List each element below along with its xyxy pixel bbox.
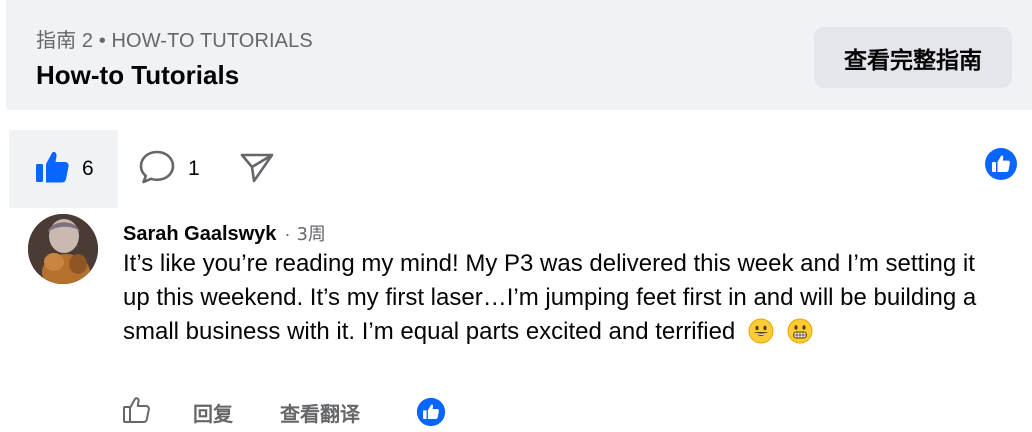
comment-author[interactable]: Sarah Gaalswyk [123,223,276,246]
comment: Sarah Gaalswyk · 3周 It’s like you’re rea… [0,208,1032,432]
comment-header: Sarah Gaalswyk · 3周 [123,220,326,246]
comment-actions: 回复 查看翻译 [122,396,1022,428]
like-badge-icon [984,147,1018,186]
comment-like-button[interactable] [122,396,152,428]
guide-banner: 指南 2 • HOW-TO TUTORIALS How-to Tutorials… [6,0,1032,110]
separator-dot: · [284,224,291,244]
comment-text: It’s like you’re reading my mind! My P3 … [123,250,977,345]
view-full-guide-button[interactable]: 查看完整指南 [814,27,1012,88]
avatar[interactable] [28,214,98,284]
share-arrow-icon [239,149,275,190]
grimacing-face-icon [787,318,813,354]
comment-button[interactable]: 1 [138,130,200,208]
thumbs-up-filled-icon [34,149,70,190]
guide-title[interactable]: How-to Tutorials [36,60,239,91]
comment-bubble-icon [138,149,176,190]
like-count: 6 [82,157,94,180]
reply-button[interactable]: 回复 [193,396,233,428]
comment-time[interactable]: 3周 [296,220,325,246]
comment-text-block: It’s like you’re reading my mind! My P3 … [123,247,1003,354]
see-translation-label: 查看翻译 [280,401,360,426]
see-translation-button[interactable]: 查看翻译 [280,396,360,428]
comment-count: 1 [188,157,200,180]
share-button[interactable] [239,130,275,208]
grinning-face-icon [748,318,774,354]
comment-like-badge-icon [416,396,446,428]
reply-label: 回复 [193,401,233,426]
reaction-bar: 6 1 [0,130,1032,208]
guide-meta: 指南 2 • HOW-TO TUTORIALS [36,30,313,52]
like-button[interactable]: 6 [9,130,118,208]
thumbs-up-outline-icon [122,395,152,430]
